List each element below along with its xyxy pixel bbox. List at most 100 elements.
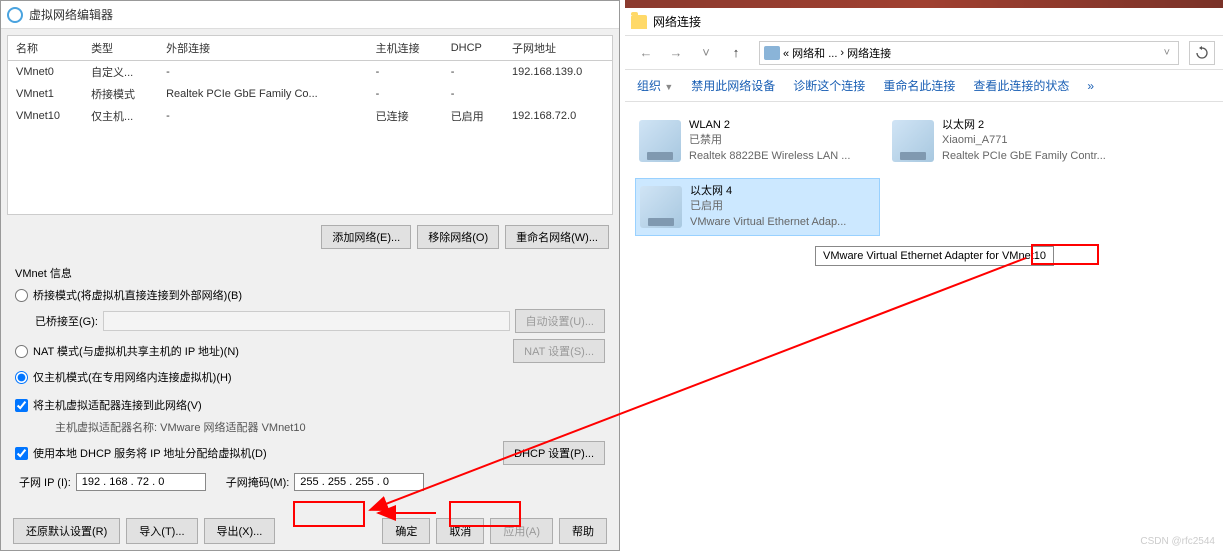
breadcrumb[interactable]: « 网络和 ... › 网络连接 ˅ — [759, 41, 1179, 65]
subnet-mask-label: 子网掩码(M): — [226, 474, 290, 490]
host-adapter-name: 主机虚拟适配器名称: VMware 网络适配器 VMnet10 — [55, 419, 605, 435]
subnet-fields-row: 子网 IP (I): 子网掩码(M): — [19, 473, 605, 491]
add-network-button[interactable]: 添加网络(E)... — [321, 225, 411, 249]
more-commands-button[interactable]: » — [1087, 79, 1094, 93]
restore-defaults-button[interactable]: 还原默认设置(R) — [13, 518, 120, 544]
diagnose-button[interactable]: 诊断这个连接 — [793, 77, 865, 94]
bridge-mode-radio-row: 桥接模式(将虚拟机直接连接到外部网络)(B) — [15, 287, 605, 303]
col-type[interactable]: 类型 — [83, 36, 158, 61]
nat-mode-label: NAT 模式(与虚拟机共享主机的 IP 地址)(N) — [33, 343, 239, 359]
host-adapter-checkbox[interactable] — [15, 399, 28, 412]
refresh-button[interactable] — [1189, 41, 1215, 65]
item-title: 以太网 2 — [942, 118, 1106, 133]
vne-network-table: 名称 类型 外部连接 主机连接 DHCP 子网地址 VMnet0 自定义... … — [7, 35, 613, 215]
network-adapter-icon — [892, 120, 934, 162]
list-item[interactable]: 以太网 2 Xiaomi_A771 Realtek PCIe GbE Famil… — [888, 112, 1133, 170]
tooltip: VMware Virtual Ethernet Adapter for VMne… — [815, 246, 1054, 266]
dhcp-check-row: 使用本地 DHCP 服务将 IP 地址分配给虚拟机(D) DHCP 设置(P).… — [15, 441, 605, 465]
refresh-icon — [1195, 46, 1209, 60]
dhcp-label: 使用本地 DHCP 服务将 IP 地址分配给虚拟机(D) — [33, 445, 267, 461]
apply-button: 应用(A) — [490, 518, 553, 544]
bridge-mode-label: 桥接模式(将虚拟机直接连接到外部网络)(B) — [33, 287, 242, 303]
ok-button[interactable]: 确定 — [382, 518, 430, 544]
table-row[interactable]: VMnet0 自定义... - - - 192.168.139.0 — [8, 61, 612, 84]
vne-network-buttons: 添加网络(E)... 移除网络(O) 重命名网络(W)... — [1, 221, 619, 259]
host-only-radio[interactable] — [15, 371, 28, 384]
host-only-label: 仅主机模式(在专用网络内连接虚拟机)(H) — [33, 369, 232, 385]
network-adapter-icon — [639, 120, 681, 162]
vne-title-text: 虚拟网络编辑器 — [29, 6, 113, 23]
col-subnet[interactable]: 子网地址 — [504, 36, 612, 61]
vmnet-info-title: VMnet 信息 — [15, 265, 605, 281]
tooltip-highlight: VMnet10 — [1002, 250, 1046, 262]
host-adapter-check-row: 将主机虚拟适配器连接到此网络(V) — [15, 397, 605, 413]
host-adapter-label: 将主机虚拟适配器连接到此网络(V) — [33, 397, 202, 413]
nc-toolbar: ← → ˅ ↑ « 网络和 ... › 网络连接 ˅ — [625, 36, 1223, 70]
import-button[interactable]: 导入(T)... — [126, 518, 197, 544]
nc-title-text: 网络连接 — [653, 13, 701, 30]
list-item[interactable]: 以太网 4 已启用 VMware Virtual Ethernet Adap..… — [635, 178, 880, 236]
item-device: VMware Virtual Ethernet Adap... — [690, 215, 846, 230]
subnet-mask-input[interactable] — [294, 473, 424, 491]
item-device: Realtek 8822BE Wireless LAN ... — [689, 149, 850, 164]
nc-items-area: WLAN 2 已禁用 Realtek 8822BE Wireless LAN .… — [625, 102, 1223, 246]
forward-button: → — [663, 41, 689, 65]
bridge-to-row: 已桥接至(G): 自动设置(U)... — [35, 309, 605, 333]
watermark: CSDN @rfc2544 — [1140, 536, 1215, 547]
item-device: Realtek PCIe GbE Family Contr... — [942, 149, 1106, 164]
subnet-ip-input[interactable] — [76, 473, 206, 491]
rename-network-button[interactable]: 重命名网络(W)... — [505, 225, 609, 249]
back-button[interactable]: ← — [633, 41, 659, 65]
item-title: WLAN 2 — [689, 118, 850, 133]
vne-app-icon — [7, 7, 23, 23]
chevron-down-icon[interactable]: ˅ — [1164, 47, 1170, 59]
organize-menu[interactable]: 组织 ▼ — [637, 77, 673, 94]
breadcrumb-part2[interactable]: 网络连接 — [847, 45, 891, 61]
view-status-button[interactable]: 查看此连接的状态 — [973, 77, 1069, 94]
col-name[interactable]: 名称 — [8, 36, 83, 61]
bridge-mode-radio[interactable] — [15, 289, 28, 302]
nc-accent-bar — [625, 0, 1223, 8]
export-button[interactable]: 导出(X)... — [204, 518, 276, 544]
vne-titlebar: 虚拟网络编辑器 — [1, 1, 619, 29]
breadcrumb-part1[interactable]: « 网络和 ... — [783, 45, 837, 61]
network-icon — [764, 46, 780, 60]
help-button[interactable]: 帮助 — [559, 518, 607, 544]
table-header-row: 名称 类型 外部连接 主机连接 DHCP 子网地址 — [8, 36, 612, 61]
auto-settings-button: 自动设置(U)... — [515, 309, 605, 333]
breadcrumb-sep: › — [840, 47, 844, 59]
col-dhcp[interactable]: DHCP — [443, 36, 504, 61]
tooltip-text: VMware Virtual Ethernet Adapter for — [823, 250, 1002, 262]
disable-device-button[interactable]: 禁用此网络设备 — [691, 77, 775, 94]
vne-footer: 还原默认设置(R) 导入(T)... 导出(X)... 确定 取消 应用(A) … — [1, 518, 619, 544]
bridge-to-dropdown[interactable] — [103, 311, 510, 331]
dhcp-checkbox[interactable] — [15, 447, 28, 460]
virtual-network-editor-window: 虚拟网络编辑器 名称 类型 外部连接 主机连接 DHCP 子网地址 VMnet0… — [0, 0, 620, 551]
rename-button[interactable]: 重命名此连接 — [883, 77, 955, 94]
list-item[interactable]: WLAN 2 已禁用 Realtek 8822BE Wireless LAN .… — [635, 112, 880, 170]
nat-settings-button: NAT 设置(S)... — [513, 339, 605, 363]
dropdown-nav-button[interactable]: ˅ — [693, 41, 719, 65]
nat-mode-radio[interactable] — [15, 345, 28, 358]
remove-network-button[interactable]: 移除网络(O) — [417, 225, 499, 249]
item-title: 以太网 4 — [690, 184, 846, 199]
dhcp-settings-button[interactable]: DHCP 设置(P)... — [503, 441, 605, 465]
cancel-button[interactable]: 取消 — [436, 518, 484, 544]
nc-commandbar: 组织 ▼ 禁用此网络设备 诊断这个连接 重命名此连接 查看此连接的状态 » — [625, 70, 1223, 102]
table-row[interactable]: VMnet10 仅主机... - 已连接 已启用 192.168.72.0 — [8, 105, 612, 127]
col-host[interactable]: 主机连接 — [368, 36, 443, 61]
vmnet-info-section: VMnet 信息 桥接模式(将虚拟机直接连接到外部网络)(B) 已桥接至(G):… — [1, 259, 619, 497]
bridge-to-label: 已桥接至(G): — [35, 313, 98, 329]
network-connections-window: 网络连接 ← → ˅ ↑ « 网络和 ... › 网络连接 ˅ 组织 ▼ 禁用此… — [625, 0, 1223, 551]
item-status: 已禁用 — [689, 133, 850, 148]
nat-mode-radio-row: NAT 模式(与虚拟机共享主机的 IP 地址)(N) NAT 设置(S)... — [15, 339, 605, 363]
item-status: Xiaomi_A771 — [942, 133, 1106, 148]
host-only-radio-row: 仅主机模式(在专用网络内连接虚拟机)(H) — [15, 369, 605, 385]
subnet-ip-label: 子网 IP (I): — [19, 474, 71, 490]
nc-titlebar: 网络连接 — [625, 8, 1223, 36]
folder-icon — [631, 15, 647, 29]
network-adapter-icon — [640, 186, 682, 228]
col-external[interactable]: 外部连接 — [158, 36, 368, 61]
table-row[interactable]: VMnet1 桥接模式 Realtek PCIe GbE Family Co..… — [8, 83, 612, 105]
up-button[interactable]: ↑ — [723, 41, 749, 65]
